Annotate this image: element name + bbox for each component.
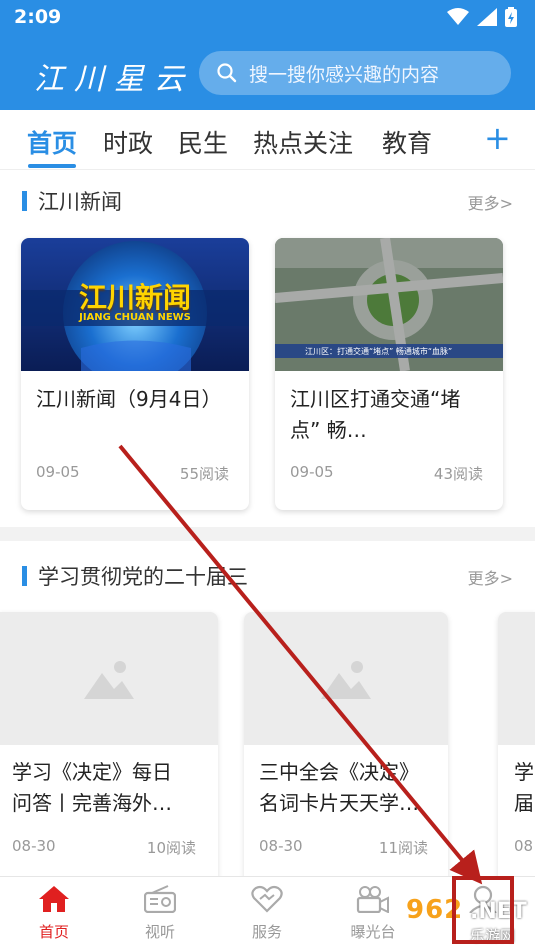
section-accent-bar xyxy=(22,566,27,586)
active-tab-indicator xyxy=(28,164,76,168)
card-read-count: 55阅读 xyxy=(179,465,229,483)
signal-icon xyxy=(477,8,497,26)
news-banner-text: 江川新闻 xyxy=(78,281,191,314)
radio-icon xyxy=(143,885,177,914)
image-placeholder-icon xyxy=(321,660,371,699)
card-title-line: 届 xyxy=(514,791,534,815)
card-date: 08-30 xyxy=(12,837,56,855)
card-title-line: 名词卡片天天学… xyxy=(259,791,419,815)
add-tab-icon[interactable]: + xyxy=(484,122,511,154)
tab-hot-topics[interactable]: 热点关注 xyxy=(253,124,353,160)
nav-label: 首页 xyxy=(38,923,69,941)
more-link[interactable]: 更多> xyxy=(468,565,513,589)
card-read-count: 10阅读 xyxy=(146,839,196,857)
tab-education[interactable]: 教育 xyxy=(382,124,432,160)
card-title-line: 三中全会《决定》 xyxy=(259,760,419,784)
card-title: 三中全会《决定》 名词卡片天天学… xyxy=(259,757,448,819)
card-date: 08-30 xyxy=(259,837,303,855)
search-bar[interactable]: 搜一搜你感兴趣的内容 xyxy=(199,51,511,95)
section-header-study: 学习贯彻党的二十届三 更多> xyxy=(0,561,535,591)
placeholder-thumbnail xyxy=(498,612,535,745)
battery-icon xyxy=(505,7,517,27)
card-date: 08 xyxy=(514,837,534,855)
card-title: 学习《决定》每日 问答丨完善海外… xyxy=(12,757,202,819)
image-placeholder-icon xyxy=(84,660,134,699)
app-header: 江川星云 搜一搜你感兴趣的内容 xyxy=(0,34,535,110)
news-card[interactable]: 江川新闻 JIANG CHUAN NEWS 江川新闻（9月4日） 09-05 5… xyxy=(21,238,249,510)
section-accent-bar xyxy=(22,191,27,211)
status-bar: 2:09 xyxy=(0,0,535,34)
card-title: 学 届 xyxy=(514,757,535,819)
home-icon xyxy=(39,886,69,912)
study-card[interactable]: 学习《决定》每日 问答丨完善海外… 08-30 10阅读 xyxy=(0,612,218,892)
card-read-count: 11阅读 xyxy=(378,839,428,857)
nav-service[interactable]: 服务 xyxy=(227,885,307,942)
tab-livelihood[interactable]: 民生 xyxy=(178,124,228,160)
tab-home[interactable]: 首页 xyxy=(27,124,77,160)
status-icons xyxy=(447,7,517,27)
service-icon xyxy=(251,885,283,913)
section-title: 江川新闻 xyxy=(38,190,122,214)
nav-label: 视听 xyxy=(144,923,175,941)
card-title: 江川新闻（9月4日） xyxy=(36,387,222,411)
news-caption: 江川区：打通交通“堵点” 畅通城市“血脉” xyxy=(305,347,453,356)
camera-icon xyxy=(356,886,389,914)
more-link[interactable]: 更多> xyxy=(468,190,513,214)
study-card[interactable]: 学 届 08 xyxy=(498,612,535,892)
card-date: 09-05 xyxy=(290,463,334,481)
placeholder-thumbnail xyxy=(244,612,448,745)
card-read-count: 43阅读 xyxy=(433,465,483,483)
search-icon xyxy=(217,63,237,83)
annotation-highlight-box xyxy=(452,876,514,944)
news-banner-subtext: JIANG CHUAN NEWS xyxy=(79,312,191,323)
news-card[interactable]: 江川区：打通交通“堵点” 畅通城市“血脉” 江川区打通交通“堵点” 畅… 09-… xyxy=(275,238,503,510)
card-date: 09-05 xyxy=(36,463,80,481)
nav-label: 服务 xyxy=(251,923,282,941)
section-title: 学习贯彻党的二十届三 xyxy=(38,565,248,589)
status-time: 2:09 xyxy=(14,6,62,28)
app-logo: 江川星云 xyxy=(34,62,194,97)
section-divider xyxy=(0,527,535,541)
tabs-fade xyxy=(440,120,470,160)
search-placeholder: 搜一搜你感兴趣的内容 xyxy=(249,63,440,86)
card-title-line: 问答丨完善海外… xyxy=(12,791,172,815)
placeholder-thumbnail xyxy=(0,612,218,745)
card-title-line: 学 xyxy=(514,760,534,784)
tab-politics[interactable]: 时政 xyxy=(103,124,153,160)
card-title: 江川区打通交通“堵点” 畅… xyxy=(290,387,461,442)
card-title-line: 学习《决定》每日 xyxy=(12,760,172,784)
wifi-icon xyxy=(447,8,469,25)
section-header-news: 江川新闻 更多> xyxy=(0,186,535,216)
nav-home[interactable]: 首页 xyxy=(14,885,94,942)
study-card[interactable]: 三中全会《决定》 名词卡片天天学… 08-30 11阅读 xyxy=(244,612,448,892)
category-tabs: 首页 时政 民生 热点关注 教育 + xyxy=(0,110,535,170)
nav-media[interactable]: 视听 xyxy=(120,885,200,942)
